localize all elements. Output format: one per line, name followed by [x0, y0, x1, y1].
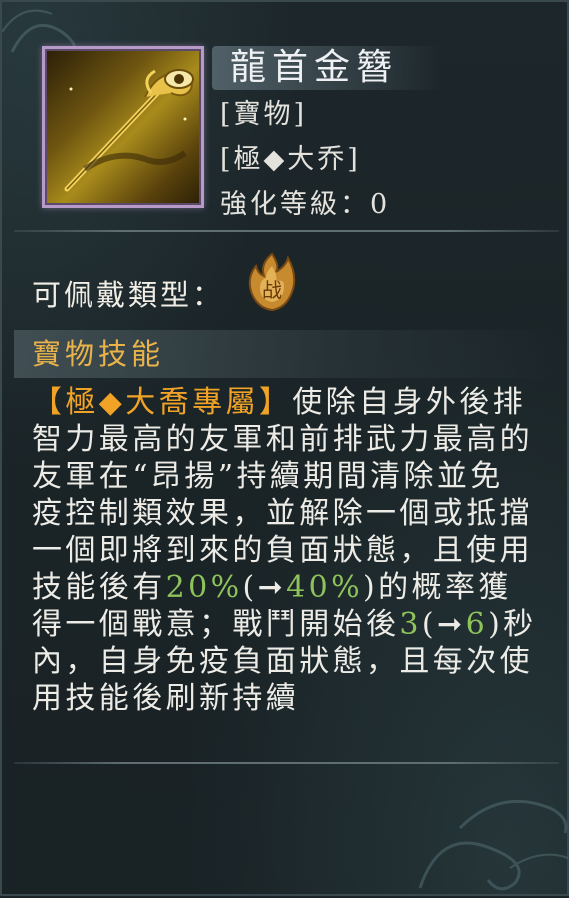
wear-type-label: 可佩戴類型：: [32, 278, 225, 312]
upgrade-level-row: 強化等級：0: [220, 182, 390, 221]
war-flame-icon[interactable]: 战: [246, 252, 298, 312]
war-icon-glyph: 战: [262, 278, 282, 302]
skill-section-title: 寶物技能: [32, 337, 165, 371]
header-divider: [14, 230, 559, 232]
item-tooltip-panel: 龍首金簪 [寶物] [極◆大乔] 強化等級：0 可佩戴類型： 战 寶物技能 【極…: [0, 0, 569, 896]
skill-desc-number: 3: [399, 607, 422, 642]
dragon-hairpin-icon: [64, 69, 194, 192]
skill-desc-segment: (➞: [242, 570, 287, 605]
skill-desc-number: 40%: [286, 570, 364, 605]
item-exclusive-tag: [極◆大乔]: [220, 144, 361, 175]
skill-desc-segment: 【極◆大喬專屬】: [32, 385, 293, 420]
item-category: [寶物]: [220, 99, 308, 130]
skill-desc-number: 6: [465, 607, 489, 642]
upgrade-level-label: 強化等級：: [220, 189, 370, 220]
item-name: 龍首金簪: [230, 47, 399, 88]
item-portrait: [42, 46, 204, 208]
skill-desc-segment: (➞: [421, 607, 466, 642]
skill-desc-number: 20%: [165, 570, 243, 605]
footer-divider: [14, 762, 559, 764]
upgrade-level-value: 0: [370, 189, 391, 220]
skill-description: 【極◆大喬專屬】使除自身外後排智力最高的友軍和前排武力最高的友軍在“昂揚”持續期…: [32, 384, 537, 750]
cloud-ornament-bottom-right: [418, 799, 569, 891]
